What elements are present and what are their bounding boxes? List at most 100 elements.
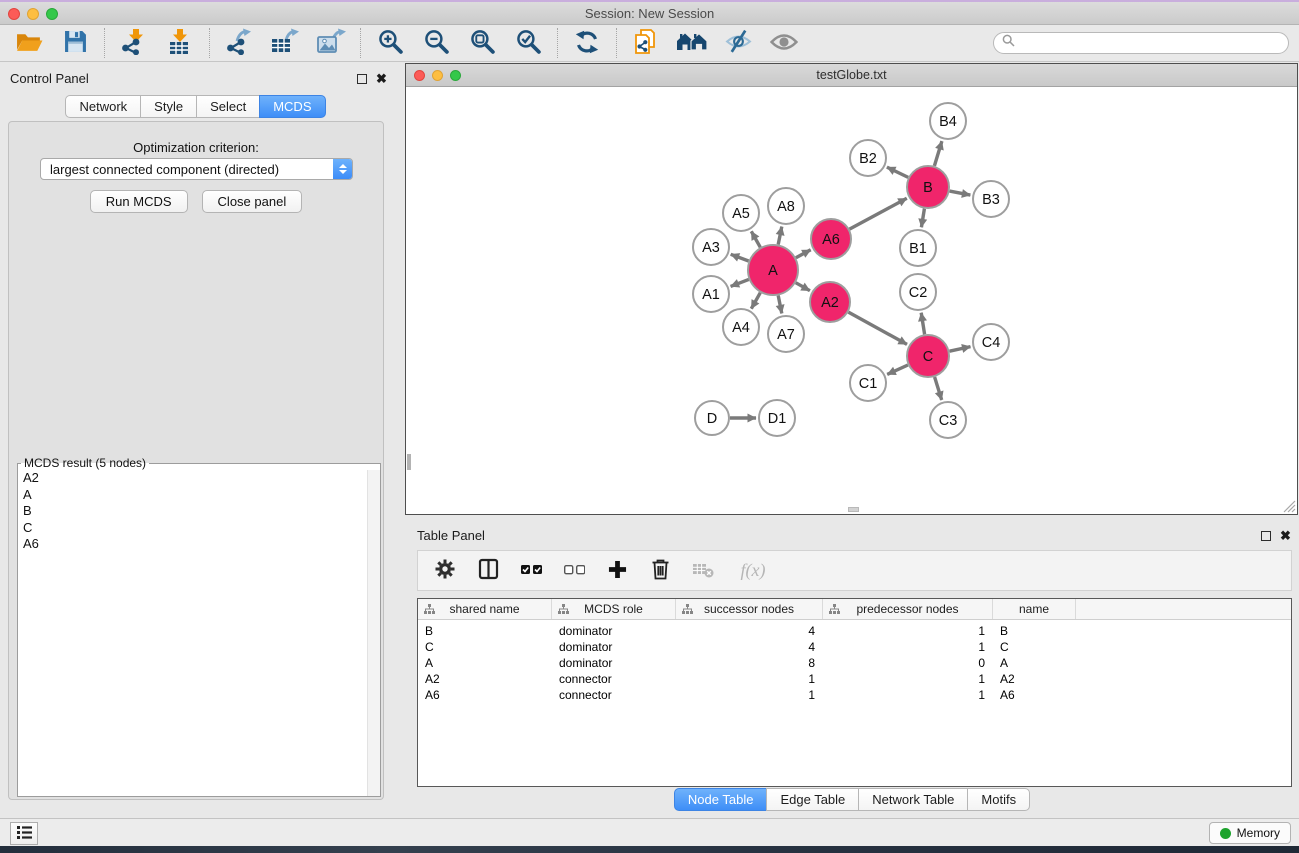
graph-edge-B-B2[interactable]: [887, 167, 908, 177]
network-canvas[interactable]: B4 B2 B B3 A5A8A6 A3 A B1 A1 A2 C2 A4A7 C4 C C1 C3 D D1: [406, 88, 1297, 514]
close-panel-button[interactable]: Close panel: [202, 190, 303, 213]
column-header-predecessor-nodes[interactable]: predecessor nodes: [823, 599, 993, 619]
zoom-fit-button[interactable]: [466, 27, 498, 59]
graph-node-C3[interactable]: C3: [930, 402, 966, 438]
graph-edge-A-A4[interactable]: [751, 293, 760, 309]
duplicate-network-button[interactable]: [630, 27, 662, 59]
horizontal-scrollbar-thumb[interactable]: [848, 507, 859, 512]
column-header-mcds-role[interactable]: MCDS role: [552, 599, 676, 619]
tab-select[interactable]: Select: [196, 95, 260, 118]
export-network-button[interactable]: [223, 27, 255, 59]
table-row[interactable]: A6 connector 1 1 A6: [418, 687, 1291, 703]
graph-node-C4[interactable]: C4: [973, 324, 1009, 360]
result-item[interactable]: B: [18, 503, 366, 520]
tab-network-table[interactable]: Network Table: [858, 788, 968, 811]
table-settings-button[interactable]: [432, 558, 458, 584]
graph-node-B3[interactable]: B3: [973, 181, 1009, 217]
graph-edge-A6-B[interactable]: [850, 198, 907, 229]
table-row[interactable]: A2 connector 1 1 A2: [418, 671, 1291, 687]
graph-node-A2[interactable]: A2: [810, 282, 850, 322]
search-input[interactable]: [1020, 36, 1280, 50]
float-panel-icon[interactable]: [357, 74, 367, 84]
graph-node-A5[interactable]: A5: [723, 195, 759, 231]
result-scrollbar[interactable]: [367, 470, 380, 796]
tab-style[interactable]: Style: [140, 95, 197, 118]
select-all-button[interactable]: [518, 558, 544, 584]
import-table-button[interactable]: [164, 27, 196, 59]
deselect-all-button[interactable]: [561, 558, 587, 584]
tab-node-table[interactable]: Node Table: [674, 788, 768, 811]
toolbar-search[interactable]: [993, 32, 1289, 54]
network-window-titlebar[interactable]: testGlobe.txt: [406, 64, 1297, 87]
graph-edge-A-A2[interactable]: [796, 283, 810, 291]
graph-edge-C-C3[interactable]: [935, 377, 942, 400]
graph-node-A6[interactable]: A6: [811, 219, 851, 259]
table-row[interactable]: A dominator 8 0 A: [418, 655, 1291, 671]
zoom-out-button[interactable]: [420, 27, 452, 59]
tab-network[interactable]: Network: [65, 95, 141, 118]
refresh-view-button[interactable]: [571, 27, 603, 59]
graph-edge-C-C4[interactable]: [950, 347, 971, 352]
delete-column-button[interactable]: [647, 558, 673, 584]
column-header-name[interactable]: name: [993, 599, 1076, 619]
graph-node-C2[interactable]: C2: [900, 274, 936, 310]
result-item[interactable]: A2: [18, 470, 366, 487]
tab-edge-table[interactable]: Edge Table: [766, 788, 859, 811]
open-session-button[interactable]: [13, 27, 45, 59]
graph-node-B1[interactable]: B1: [900, 230, 936, 266]
memory-button[interactable]: Memory: [1209, 822, 1291, 844]
close-table-panel-icon[interactable]: ✖: [1280, 528, 1291, 544]
zoom-in-button[interactable]: [374, 27, 406, 59]
graph-node-A[interactable]: A: [748, 245, 798, 295]
graph-node-A3[interactable]: A3: [693, 229, 729, 265]
graph-edge-C-C1[interactable]: [887, 365, 908, 374]
home-button[interactable]: [676, 27, 708, 59]
result-item[interactable]: C: [18, 520, 366, 537]
import-network-button[interactable]: [118, 27, 150, 59]
graph-node-D1[interactable]: D1: [759, 400, 795, 436]
graph-edge-A-A6[interactable]: [796, 250, 811, 258]
float-table-panel-icon[interactable]: [1261, 531, 1271, 541]
zoom-selected-button[interactable]: [512, 27, 544, 59]
result-item[interactable]: A: [18, 487, 366, 504]
table-row[interactable]: B dominator 4 1 B: [418, 623, 1291, 639]
function-builder-button[interactable]: f(x): [733, 558, 773, 584]
graph-node-C[interactable]: C: [907, 335, 949, 377]
show-view-button[interactable]: [768, 27, 800, 59]
column-layout-button[interactable]: [475, 558, 501, 584]
table-row[interactable]: C dominator 4 1 C: [418, 639, 1291, 655]
graph-edge-A-A3[interactable]: [731, 254, 749, 261]
graph-edge-A2-C[interactable]: [848, 312, 907, 344]
graph-edge-A-A7[interactable]: [778, 296, 782, 314]
graph-edge-A-A1[interactable]: [731, 279, 749, 286]
graph-node-B[interactable]: B: [907, 166, 949, 208]
close-panel-icon[interactable]: ✖: [376, 71, 387, 87]
graph-node-A1[interactable]: A1: [693, 276, 729, 312]
graph-node-A4[interactable]: A4: [723, 309, 759, 345]
tab-motifs[interactable]: Motifs: [967, 788, 1030, 811]
window-resize-grip[interactable]: [1281, 498, 1296, 513]
vertical-scrollbar-thumb[interactable]: [407, 454, 411, 470]
delete-table-button[interactable]: [690, 558, 716, 584]
graph-node-A8[interactable]: A8: [768, 188, 804, 224]
graph-edge-A-A8[interactable]: [778, 227, 782, 245]
graph-node-B2[interactable]: B2: [850, 140, 886, 176]
network-graph[interactable]: B4 B2 B B3 A5A8A6 A3 A B1 A1 A2 C2 A4A7 C4 C C1 C3 D D1: [406, 88, 1296, 514]
graph-node-A7[interactable]: A7: [768, 316, 804, 352]
graph-edge-A-A5[interactable]: [751, 231, 760, 247]
graph-node-C1[interactable]: C1: [850, 365, 886, 401]
graph-edge-B-B3[interactable]: [950, 191, 971, 195]
graph-node-B4[interactable]: B4: [930, 103, 966, 139]
task-history-button[interactable]: [10, 822, 38, 845]
graph-node-D[interactable]: D: [695, 401, 729, 435]
tab-mcds[interactable]: MCDS: [259, 95, 325, 118]
column-header-shared-name[interactable]: shared name: [418, 599, 552, 619]
result-item[interactable]: A6: [18, 536, 366, 553]
save-session-button[interactable]: [59, 27, 91, 59]
graph-edge-B-B1[interactable]: [921, 209, 924, 228]
add-column-button[interactable]: [604, 558, 630, 584]
hide-panels-button[interactable]: [722, 27, 754, 59]
graph-edge-C-C2[interactable]: [921, 313, 924, 335]
optimization-criterion-select[interactable]: largest connected component (directed): [40, 158, 353, 180]
column-header-successor-nodes[interactable]: successor nodes: [676, 599, 823, 619]
